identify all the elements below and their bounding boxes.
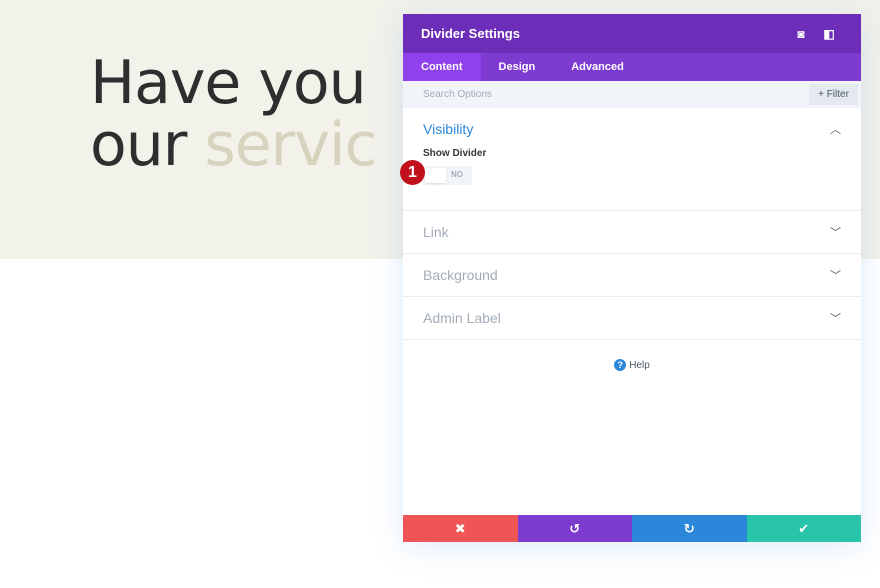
section-admin-label[interactable]: Admin Label ﹀ bbox=[403, 297, 861, 340]
step-badge: 1 bbox=[400, 160, 425, 185]
filter-button[interactable]: + Filter bbox=[809, 84, 858, 105]
undo-button[interactable]: ↺ bbox=[517, 515, 632, 542]
panel-header[interactable]: Divider Settings ◙ ◧ bbox=[403, 14, 861, 53]
show-divider-label: Show Divider bbox=[423, 148, 487, 159]
chevron-down-icon[interactable]: ﹀ bbox=[830, 310, 841, 326]
tab-content[interactable]: Content bbox=[403, 53, 481, 81]
divider-settings-panel: Divider Settings ◙ ◧ Content Design Adva… bbox=[400, 14, 861, 542]
tab-bar: Content Design Advanced bbox=[403, 53, 861, 81]
help-link[interactable]: ? Help bbox=[403, 359, 861, 371]
section-visibility: Visibility ︿ Show Divider NO 1 bbox=[400, 108, 861, 211]
section-link[interactable]: Link ﹀ bbox=[403, 211, 861, 254]
hero-heading: Have you our servic bbox=[90, 48, 378, 180]
panel-title: Divider Settings bbox=[421, 26, 520, 41]
help-icon: ? bbox=[614, 359, 627, 371]
cancel-button[interactable]: ✖ bbox=[403, 515, 518, 542]
tab-design[interactable]: Design bbox=[481, 53, 554, 81]
toggle-knob bbox=[425, 168, 446, 183]
chevron-down-icon[interactable]: ﹀ bbox=[830, 224, 841, 240]
section-title-visibility[interactable]: Visibility bbox=[423, 108, 841, 150]
panel-footer: ✖ ↺ ↻ ✔ bbox=[403, 515, 861, 542]
chevron-down-icon[interactable]: ﹀ bbox=[830, 267, 841, 283]
sidebar-toggle-icon[interactable]: ◧ bbox=[815, 27, 843, 41]
save-button[interactable]: ✔ bbox=[746, 515, 861, 542]
show-divider-toggle[interactable]: NO bbox=[423, 166, 472, 185]
focus-icon[interactable]: ◙ bbox=[787, 27, 815, 41]
chevron-up-icon[interactable]: ︿ bbox=[830, 121, 841, 137]
tab-advanced[interactable]: Advanced bbox=[553, 53, 642, 81]
section-background[interactable]: Background ﹀ bbox=[403, 254, 861, 297]
search-options-input[interactable]: Search Options + Filter bbox=[403, 81, 861, 108]
redo-button[interactable]: ↻ bbox=[632, 515, 747, 542]
